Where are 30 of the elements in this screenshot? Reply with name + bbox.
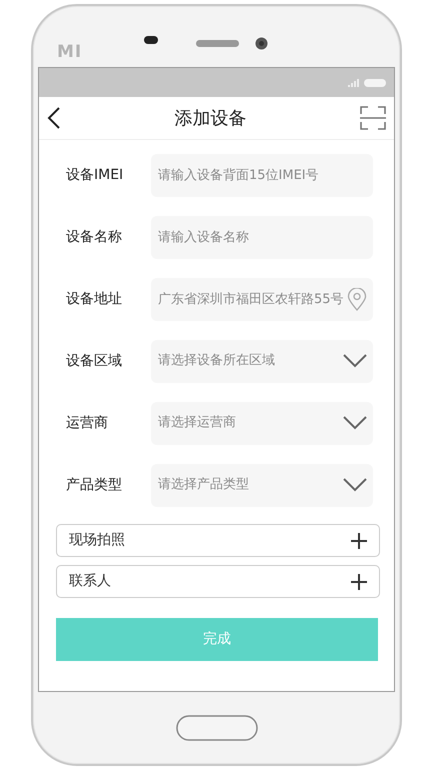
plus-icon — [351, 574, 367, 590]
camera-icon — [255, 37, 268, 50]
chevron-down-icon — [343, 478, 367, 492]
select-field[interactable]: 请选择产品类型 — [151, 464, 373, 506]
field-label: 设备IMEI — [66, 166, 124, 184]
speaker-icon — [196, 40, 239, 47]
select-field[interactable]: 请选择设备所在区域 — [151, 340, 373, 382]
chevron-down-icon — [343, 354, 367, 368]
battery-icon — [364, 78, 386, 86]
page-title: 添加设备 — [174, 106, 246, 130]
signal-icon — [348, 78, 360, 86]
done-button[interactable]: 完成 — [56, 618, 378, 661]
home-button[interactable] — [176, 715, 258, 741]
phone-logo: MI — [57, 44, 82, 61]
field-label: 产品类型 — [66, 476, 123, 494]
input-field[interactable]: 请输入设备名称 — [151, 216, 373, 258]
field-label: 运营商 — [66, 414, 109, 432]
field-label: 设备地址 — [66, 290, 123, 308]
plus-icon — [351, 532, 367, 548]
add-row-button[interactable]: 联系人 — [56, 565, 380, 598]
add-row-button[interactable]: 现场拍照 — [56, 524, 380, 557]
input-field[interactable]: 请输入设备背面15位IMEI号 — [151, 154, 373, 196]
back-icon[interactable] — [47, 107, 61, 129]
scan-icon[interactable] — [360, 106, 386, 130]
field-label: 设备区域 — [66, 352, 123, 370]
address-field[interactable]: 广东省深圳市福田区农轩路55号 — [151, 278, 373, 320]
select-field[interactable]: 请选择运营商 — [151, 402, 373, 444]
chevron-down-icon — [343, 416, 367, 430]
field-label: 设备名称 — [66, 228, 123, 246]
sensor-icon — [144, 36, 158, 44]
